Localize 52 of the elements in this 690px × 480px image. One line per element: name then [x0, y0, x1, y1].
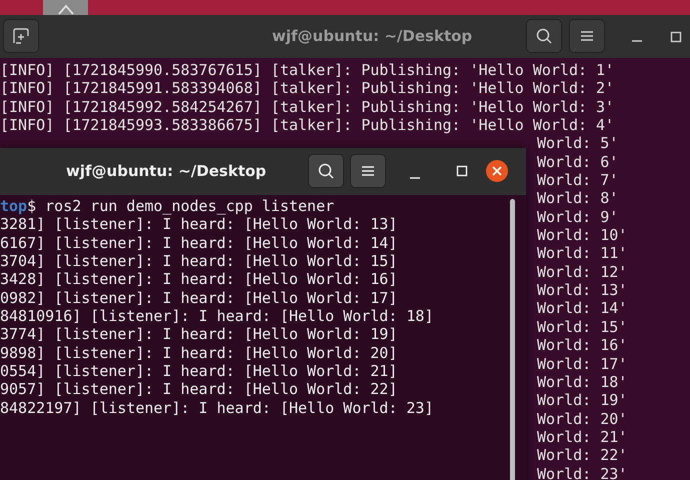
- log-line: World: 7': [537, 171, 618, 190]
- command-line: top$ ros2 run demo_nodes_cpp listener: [0, 197, 334, 216]
- home-icon: [56, 3, 76, 15]
- window-title: wjf@ubuntu: ~/Desktop: [66, 162, 266, 180]
- log-line: [INFO] [1721845991.583394068] [talker]: Publishing: 'Hello World: 2': [0, 79, 614, 98]
- menu-icon: [580, 30, 594, 42]
- log-line: 3774] [listener]: I heard: [Hello World: 19]: [0, 325, 398, 344]
- log-line: 9898] [listener]: I heard: [Hello World: 20]: [0, 344, 398, 362]
- log-line: 0982] [listener]: I heard: [Hello World: 17]: [0, 288, 398, 308]
- log-line: World: 11': [537, 244, 628, 263]
- scrollbar[interactable]: [510, 199, 515, 480]
- close-button[interactable]: [486, 160, 508, 182]
- search-button[interactable]: [308, 154, 344, 188]
- log-line: 84810916] [listener]: I heard: [Hello World: 18]: [0, 307, 434, 326]
- log-line: [INFO] [1721845992.584254267] [talker]: Publishing: 'Hello World: 3': [0, 98, 614, 116]
- log-line: World: 23': [537, 464, 628, 480]
- log-line: [INFO] [1721845990.583767615] [talker]: Publishing: 'Hello World: 1': [0, 61, 614, 80]
- log-line: World: 18': [537, 372, 628, 392]
- log-line: World: 6': [537, 152, 618, 172]
- log-line: World: 5': [537, 134, 618, 153]
- log-line: 0554] [listener]: I heard: [Hello World: 21]: [0, 362, 398, 380]
- log-line: World: 17': [537, 354, 628, 373]
- log-line: World: 19': [537, 391, 628, 410]
- log-line: World: 15': [537, 318, 628, 336]
- log-line: World: 20': [537, 410, 628, 428]
- log-line: 3704] [listener]: I heard: [Hello World: 15]: [0, 252, 398, 270]
- log-line: 6167] [listener]: I heard: [Hello World: 14]: [0, 234, 398, 252]
- log-line: [INFO] [1721845993.583386675] [talker]: Publishing: 'Hello World: 4': [0, 116, 614, 134]
- log-line: 3428] [listener]: I heard: [Hello World: 16]: [0, 270, 398, 289]
- log-line: World: 9': [537, 208, 618, 226]
- log-line: World: 14': [537, 299, 628, 318]
- close-icon: [491, 165, 503, 177]
- log-line: World: 12': [537, 262, 628, 282]
- log-line: World: 16': [537, 336, 628, 354]
- log-line: World: 22': [537, 446, 628, 465]
- log-line: 3281] [listener]: I heard: [Hello World: 13]: [0, 215, 398, 234]
- search-icon: [535, 27, 553, 45]
- log-line: 84822197] [listener]: I heard: [Hello World: 23]: [0, 398, 434, 418]
- menu-button[interactable]: [569, 19, 605, 53]
- search-icon: [317, 162, 335, 180]
- log-line: World: 10': [537, 226, 628, 244]
- log-line: World: 21': [537, 428, 628, 446]
- menu-button[interactable]: [350, 154, 386, 188]
- log-line: World: 13': [537, 281, 628, 300]
- log-line: World: 8': [537, 189, 618, 208]
- maximize-icon[interactable]: [670, 31, 682, 43]
- log-line: 9057] [listener]: I heard: [Hello World: 22]: [0, 380, 398, 399]
- new-tab-icon: [12, 27, 30, 45]
- window-title: wjf@ubuntu: ~/Desktop: [272, 27, 472, 45]
- menu-icon: [361, 165, 375, 177]
- new-tab-button[interactable]: [3, 19, 39, 53]
- search-button[interactable]: [526, 19, 562, 53]
